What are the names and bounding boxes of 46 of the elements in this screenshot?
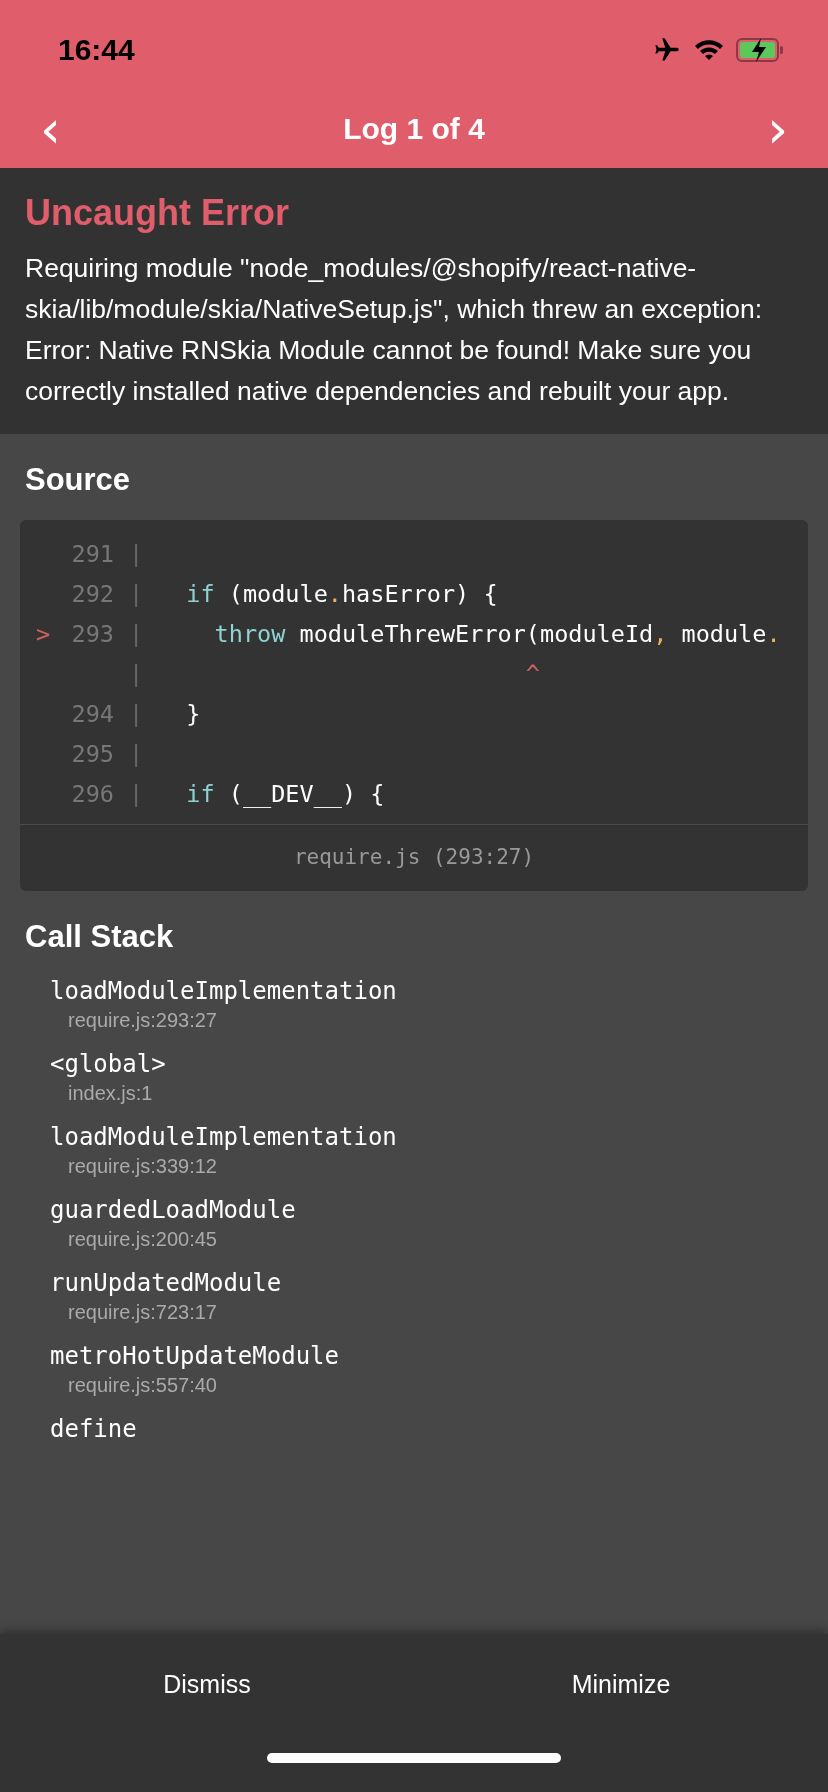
code-line: ^: [524, 660, 540, 688]
stack-frame-location: require.js:293:27: [67, 1009, 218, 1032]
gutter-separator-text: |: [127, 740, 145, 768]
line-number: 295: [71, 740, 114, 768]
wifi-icon: [694, 38, 724, 62]
airplane-icon: [652, 36, 682, 64]
stack-frame-method[interactable]: <global>: [50, 1050, 778, 1078]
gutter-separator-text: |: [127, 540, 145, 568]
battery-charging-icon: [736, 37, 784, 63]
stack-frame-location: require.js:200:45: [67, 1228, 218, 1251]
stack-frame-method[interactable]: loadModuleImplementation: [50, 1123, 778, 1151]
stack-frame-location: require.js:339:12: [67, 1155, 218, 1178]
stack-frame-location: index.js:1: [67, 1082, 154, 1105]
footer-button[interactable]: Minimize: [414, 1656, 828, 1713]
stack-frame-method[interactable]: guardedLoadModule: [50, 1196, 778, 1224]
line-number: 291: [71, 540, 114, 568]
stack-frame-method[interactable]: loadModuleImplementation: [50, 977, 778, 1005]
stack-frame-location: require.js:557:40: [67, 1374, 218, 1397]
stack-frame-method[interactable]: runUpdatedModule: [50, 1269, 778, 1297]
line-number: 296: [71, 780, 114, 808]
code-line: if (__DEV__) {: [185, 780, 385, 808]
section-heading: Call Stack: [24, 918, 175, 956]
code-line: throw moduleThrewError(moduleId, module.: [213, 620, 781, 648]
gutter-separator-text: |: [127, 620, 145, 648]
stack-frame-method[interactable]: define: [50, 1415, 778, 1443]
next-log-button[interactable]: ›: [757, 103, 798, 155]
previous-log-button[interactable]: ‹: [30, 103, 71, 155]
stack-frame-method[interactable]: metroHotUpdateModule: [50, 1342, 778, 1370]
error-message: Requiring module "node_modules/@shopify/react-native-skia/lib/module/skia/NativeSetup.js", which threw an exception: Error: Native RNSkia Module cannot be found! Make sure you correctly installed native dependencies and rebuilt your app.: [25, 252, 764, 408]
line-number: 294: [71, 700, 114, 728]
line-number: 293: [71, 620, 114, 648]
footer-button[interactable]: Dismiss: [0, 1656, 414, 1713]
error-title: Uncaught Error: [25, 192, 291, 234]
code-line: }: [185, 700, 201, 728]
line-pointer: >: [36, 620, 51, 648]
gutter-separator-text: |: [127, 660, 145, 688]
gutter-separator-text: |: [127, 580, 145, 608]
gutter-separator-text: |: [127, 780, 145, 808]
source-location: require.js (293:27): [20, 824, 808, 891]
log-title: Log 1 of 4: [343, 112, 485, 146]
section-heading: Source: [24, 461, 132, 499]
gutter-separator-text: |: [127, 700, 145, 728]
line-number: 292: [71, 580, 114, 608]
status-time: 16:44: [58, 33, 135, 67]
stack-frame-location: require.js:723:17: [67, 1301, 218, 1324]
code-line: if (module.hasError) {: [185, 580, 498, 608]
